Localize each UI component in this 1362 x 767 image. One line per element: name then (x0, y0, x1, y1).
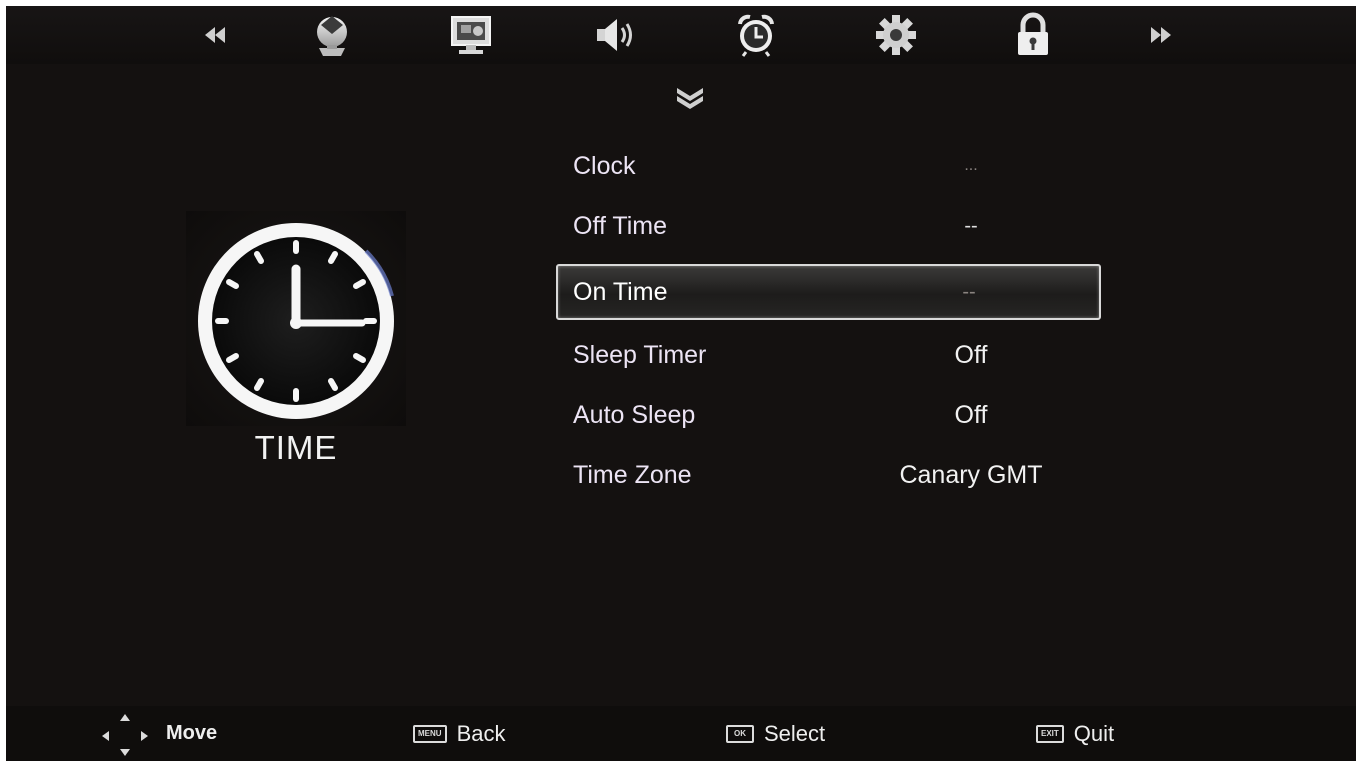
ok-key-icon: OK (726, 724, 754, 743)
menu-item-label: Clock (573, 152, 636, 180)
top-menu-bar (6, 6, 1356, 64)
menu-item-value: ... (964, 157, 978, 174)
chevron-down-icon (670, 84, 710, 110)
exit-key-icon: EXIT (1036, 724, 1064, 743)
menu-item-label: Time Zone (573, 461, 692, 489)
menu-key-icon: MENU (413, 724, 447, 743)
tv-menu-screen: TIME Clock ... Off Time -- On Time -- Sl… (6, 6, 1356, 761)
menu-item-label: Auto Sleep (573, 401, 696, 429)
move-label: Move (166, 722, 218, 744)
menu-item-value: -- (964, 215, 978, 237)
menu-item-value: -- (962, 281, 976, 303)
menu-item-clock[interactable]: Clock ... (556, 138, 1101, 194)
menu-item-label: Off Time (573, 212, 668, 240)
move-hint: Move (94, 706, 217, 761)
alarm-clock-icon[interactable] (732, 12, 780, 58)
menu-item-value: Canary GMT (899, 461, 1043, 489)
menu-item-label: On Time (573, 278, 668, 306)
picture-icon[interactable] (308, 12, 356, 58)
menu-item-off-time[interactable]: Off Time -- (556, 198, 1101, 254)
menu-item-time-zone[interactable]: Time Zone Canary GMT (556, 447, 1101, 503)
menu-item-value: Off (954, 401, 988, 429)
menu-item-on-time[interactable]: On Time -- (556, 264, 1101, 320)
gear-icon[interactable] (872, 12, 920, 58)
select-hint: OK Select (726, 706, 825, 761)
quit-hint: EXIT Quit (1036, 706, 1114, 761)
speaker-icon[interactable] (590, 12, 638, 58)
select-label: Select (764, 720, 826, 746)
back-label: Back (456, 720, 506, 746)
clock-icon (186, 211, 406, 426)
right-double-arrow-icon[interactable] (1138, 12, 1186, 58)
menu-item-auto-sleep[interactable]: Auto Sleep Off (556, 387, 1101, 443)
menu-item-value: Off (954, 341, 988, 369)
screen-icon[interactable] (447, 12, 495, 58)
lock-icon[interactable] (1009, 12, 1057, 58)
menu-item-label: Sleep Timer (573, 341, 707, 369)
dpad-arrows-icon (102, 713, 148, 756)
menu-item-sleep-timer[interactable]: Sleep Timer Off (556, 327, 1101, 383)
left-double-arrow-icon[interactable] (190, 12, 238, 58)
bottom-hint-bar: Move MENU Back OK Select EXIT Quit (6, 706, 1356, 761)
category-title: TIME (254, 429, 338, 466)
back-hint: MENU Back (413, 706, 505, 761)
category-panel: TIME (186, 211, 406, 481)
quit-label: Quit (1073, 720, 1115, 746)
